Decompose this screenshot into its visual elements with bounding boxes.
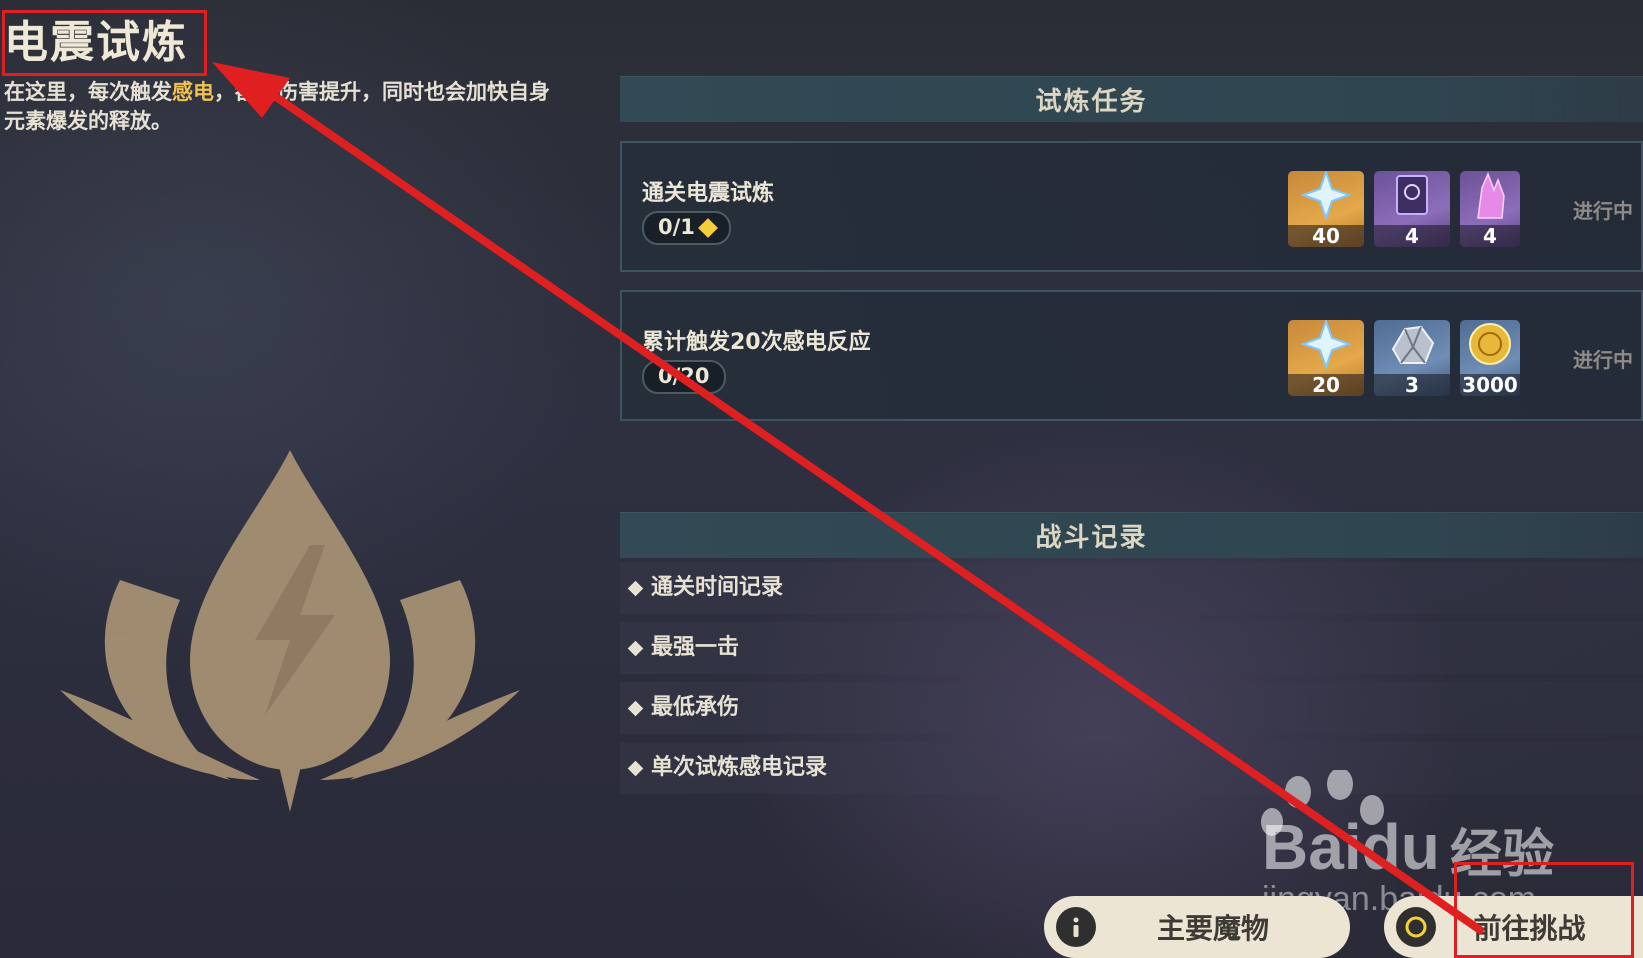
diamond-bullet-icon (627, 580, 644, 596)
task-name: 累计触发20次感电反应 (642, 330, 871, 355)
desc-highlight: 感电 (172, 80, 214, 104)
records-header: 战斗记录 (620, 512, 1643, 558)
reward-primogem[interactable]: 40 (1288, 171, 1364, 247)
challenge-highlight-box (1454, 862, 1634, 958)
task-name: 通关电震试炼 (642, 181, 775, 206)
electro-emblem-icon (60, 450, 520, 812)
task-card: 累计触发20次感电反应 0/20 20 3 3000 进行中 (620, 290, 1643, 421)
primogem-icon (1301, 320, 1351, 369)
mora-coin-icon (1469, 323, 1511, 365)
trial-description: 在这里，每次触发感电，都会伤害提升，同时也会加快自身元素爆发的释放。 (4, 78, 564, 136)
diamond-bullet-icon (627, 700, 644, 716)
reward-book[interactable]: 4 (1374, 171, 1450, 247)
record-item: 最强一击 (620, 622, 1643, 674)
info-icon (1056, 907, 1096, 947)
record-item: 最低承伤 (620, 682, 1643, 734)
tasks-header: 试炼任务 (620, 76, 1643, 122)
task-status: 进行中 (1573, 348, 1633, 372)
crystal-icon (1477, 171, 1505, 219)
record-item: 通关时间记录 (620, 562, 1643, 614)
watermark-brand: Baidu (1262, 811, 1440, 883)
challenge-ring-icon (1396, 907, 1436, 947)
book-icon (1396, 175, 1428, 215)
task-card: 通关电震试炼 0/1 40 4 4 进行中 (620, 141, 1643, 272)
reward-ore[interactable]: 3 (1374, 320, 1450, 396)
diamond-bullet-icon (627, 640, 644, 656)
primogem-icon (1301, 171, 1351, 220)
desc-pre: 在这里，每次触发 (4, 80, 172, 104)
diamond-bullet-icon (627, 760, 644, 776)
reward-primogem[interactable]: 20 (1288, 320, 1364, 396)
title-highlight-box (2, 10, 207, 76)
record-item: 单次试炼感电记录 (620, 742, 1643, 794)
task-status: 进行中 (1573, 199, 1633, 223)
task-progress: 0/1 (642, 211, 731, 245)
task-progress: 0/20 (642, 360, 726, 394)
main-monsters-button[interactable]: 主要魔物 (1044, 896, 1350, 958)
ore-icon (1391, 325, 1435, 364)
reward-mora[interactable]: 3000 (1460, 320, 1520, 396)
reward-crystal[interactable]: 4 (1460, 171, 1520, 247)
star-icon (698, 218, 718, 238)
